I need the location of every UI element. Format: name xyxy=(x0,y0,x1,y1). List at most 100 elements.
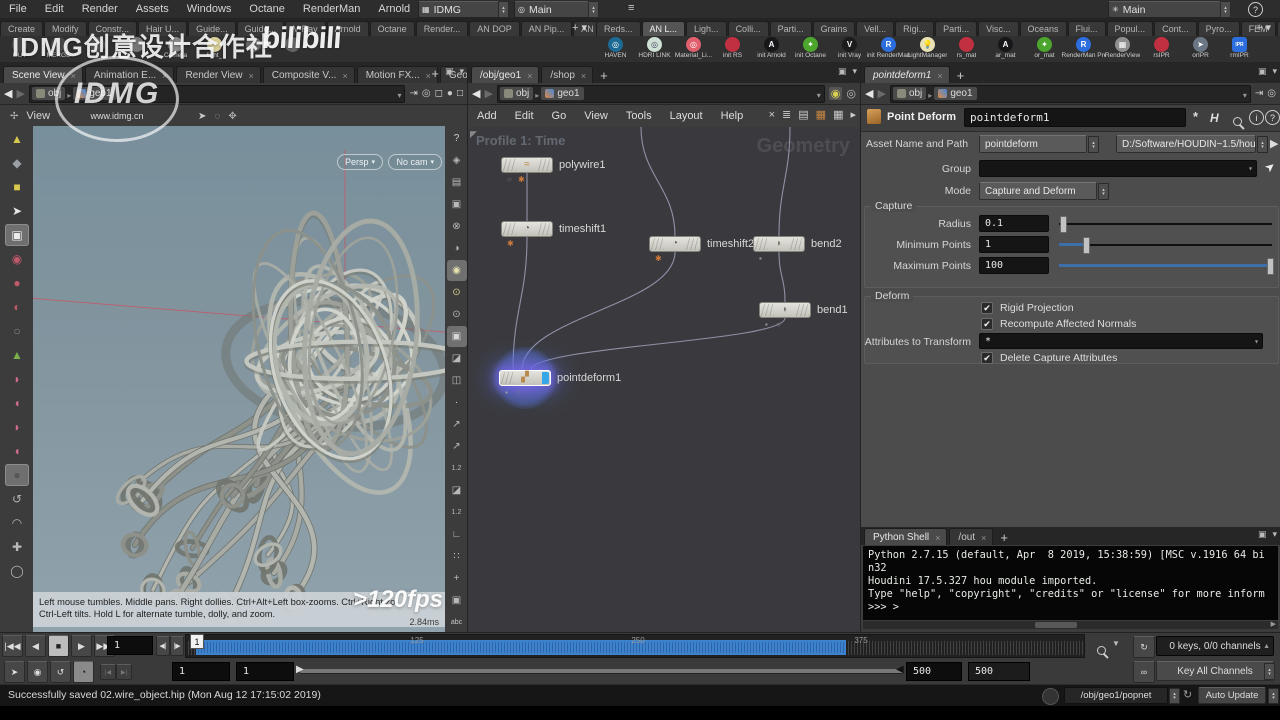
magnet-box-tool-icon[interactable]: ◗ xyxy=(5,368,29,390)
path-dropdown-icon[interactable] xyxy=(397,85,401,103)
tab-motion-fx[interactable]: Motion FX... xyxy=(357,66,438,83)
prim-hulls-icon[interactable]: ◪ xyxy=(447,480,467,501)
magnet-pair-tool-icon[interactable]: ◗ xyxy=(5,416,29,438)
ghost-objects-icon[interactable]: ◑ xyxy=(447,238,467,259)
maximize-pane-icon[interactable] xyxy=(1258,66,1267,77)
shelf-tool-oripr[interactable]: ➤orIPR xyxy=(1181,37,1220,59)
pane-menu-icon[interactable] xyxy=(1272,66,1277,77)
menu-windows[interactable]: Windows xyxy=(178,0,241,18)
play-reverse-button[interactable]: ◀ xyxy=(25,635,46,657)
view-menu-label[interactable]: View xyxy=(26,110,50,122)
search-icon[interactable] xyxy=(1233,117,1242,126)
shelf-tab-parti[interactable]: Parti... xyxy=(770,21,812,36)
menu-renderman[interactable]: RenderMan xyxy=(294,0,369,18)
help-icon[interactable]: ? xyxy=(1265,110,1280,125)
shelf-tool-init-vray[interactable]: Vinit Vray xyxy=(830,37,869,59)
current-frame-field[interactable]: 1 xyxy=(107,636,153,655)
node-name-field[interactable]: pointdeform1 xyxy=(964,108,1186,127)
new-tab-icon[interactable]: + xyxy=(995,530,1013,545)
next-range-icon[interactable]: ▶| xyxy=(116,664,132,680)
lock-camera-icon[interactable]: ▣ xyxy=(447,194,467,215)
close-tab-icon[interactable] xyxy=(249,71,254,81)
close-tab-icon[interactable] xyxy=(426,71,431,81)
network-menu-tools[interactable]: Tools xyxy=(617,110,661,122)
node-bend2[interactable]: ◗ xyxy=(753,236,805,252)
update-mode-spinner-icon[interactable] xyxy=(1268,688,1279,704)
recook-icon[interactable]: ↻ xyxy=(1183,688,1192,701)
tab-composite-v[interactable]: Composite V... xyxy=(263,66,355,83)
back-icon[interactable]: ◀ xyxy=(472,87,480,100)
pane-menu-icon[interactable] xyxy=(1272,529,1277,540)
stop-button[interactable]: ■ xyxy=(48,635,69,657)
range-right-handle[interactable]: ◀ xyxy=(896,664,904,675)
desktop-left-spinner-icon[interactable] xyxy=(498,1,509,18)
shelf-tab-colli[interactable]: Colli... xyxy=(728,21,769,36)
shelf-left-add-icon[interactable]: + ▾ xyxy=(572,21,587,34)
network-menu-go[interactable]: Go xyxy=(543,110,576,122)
key-mode-combo[interactable]: Key All Channels xyxy=(1156,661,1274,681)
menu-render[interactable]: Render xyxy=(73,0,127,18)
point-normals-icon[interactable]: ↗ xyxy=(447,414,467,435)
orbit-tool-icon[interactable]: ↺ xyxy=(5,488,29,510)
range-slider[interactable] xyxy=(300,669,903,674)
shelf-tab-oceans[interactable]: Oceans xyxy=(1020,21,1067,36)
select-mode-icon[interactable]: ➤ xyxy=(198,111,206,122)
node-timeshift1[interactable]: ◔ xyxy=(501,221,553,237)
grid-points-icon[interactable]: ∷ xyxy=(447,546,467,567)
info-icon[interactable]: i xyxy=(1249,110,1264,125)
menu-file[interactable]: File xyxy=(0,0,36,18)
range-left-handle[interactable]: ▶ xyxy=(296,664,304,675)
help-icon[interactable]: ? xyxy=(1248,2,1263,17)
display-options-icon[interactable]: □ xyxy=(457,88,463,99)
tab-python-shell[interactable]: Python Shell xyxy=(864,528,947,545)
points-display-icon[interactable]: · xyxy=(447,392,467,413)
delete-capture-checkbox[interactable]: Delete Capture Attributes xyxy=(981,352,1117,364)
shelf-tab-pyro[interactable]: Pyro... xyxy=(1198,21,1240,36)
shelf-tab-flui[interactable]: Flui... xyxy=(1068,21,1106,36)
new-tab-icon[interactable]: + xyxy=(952,68,970,83)
close-tab-icon[interactable] xyxy=(342,71,347,81)
prev-range-icon[interactable]: |◀ xyxy=(100,664,116,680)
lock-handle-icon[interactable]: ▣ xyxy=(5,224,29,246)
shelf-right-add-icon[interactable]: + ▾ xyxy=(1256,21,1271,34)
memory-icon[interactable] xyxy=(1042,688,1059,705)
shelf-tool-material-li[interactable]: ◎Material_Li... xyxy=(674,37,713,59)
export-range-icon[interactable]: ➤ xyxy=(4,661,25,683)
parameters-path-field[interactable]: obj geo1 xyxy=(890,85,1251,103)
corner-axis-icon[interactable]: ∟ xyxy=(447,524,467,545)
character-icon[interactable]: ● xyxy=(447,88,453,99)
shelf-tool-ar-mat[interactable]: Aar_mat xyxy=(986,37,1025,59)
search-keys-icon[interactable] xyxy=(1097,646,1106,655)
new-tab-icon[interactable]: + xyxy=(431,66,439,81)
shelf-tool-or-mat[interactable]: ✦or_mat xyxy=(1025,37,1064,59)
shelf-tab-octane[interactable]: Octane xyxy=(370,21,415,36)
menu-edit[interactable]: Edit xyxy=(36,0,73,18)
context-combo[interactable]: /obj/geo1/popnet xyxy=(1064,687,1168,704)
range-start-field[interactable]: 1 xyxy=(236,662,294,681)
sphere-tool-icon[interactable]: ◆ xyxy=(5,152,29,174)
select-arrow-icon[interactable]: ➤ xyxy=(1262,158,1279,175)
target-icon[interactable]: ◎ xyxy=(846,87,856,100)
houdini-badge-icon[interactable]: H xyxy=(1210,111,1219,125)
normal-lights-icon[interactable]: ⊙ xyxy=(447,282,467,303)
point-numbers-icon[interactable]: 1.2 xyxy=(447,458,467,479)
shelf-tool-init-rs[interactable]: init RS xyxy=(713,37,752,59)
gear-icon[interactable]: * xyxy=(1193,109,1198,124)
realtime-toggle-icon[interactable]: ◔ xyxy=(73,661,94,683)
paint-tool-icon[interactable]: ▲ xyxy=(5,344,29,366)
wrench-icon[interactable]: × xyxy=(769,109,775,121)
shelf-tab-render[interactable]: Render... xyxy=(416,21,469,36)
close-tab-icon[interactable] xyxy=(527,71,532,81)
shelf-tab-vell[interactable]: Vell... xyxy=(856,21,894,36)
mode-combo[interactable]: Capture and Deform xyxy=(979,182,1097,200)
shelf-tab-an-dop[interactable]: AN DOP xyxy=(469,21,520,36)
path-dropdown-icon[interactable] xyxy=(1243,85,1247,103)
persp-selector[interactable]: Persp xyxy=(337,154,383,170)
rigid-projection-checkbox[interactable]: Rigid Projection xyxy=(981,302,1074,314)
shelf-tool-lightmanager[interactable]: 💡LightManager xyxy=(908,37,947,59)
network-path-field[interactable]: obj geo1 xyxy=(497,85,825,103)
audio-toggle-icon[interactable]: ◉ xyxy=(27,661,48,683)
dome-tool-icon[interactable]: ◠ xyxy=(5,512,29,534)
network-canvas[interactable]: Profile 1: Time Geometry ≈polywire1○✱◔ti… xyxy=(468,127,860,632)
shelf-tool-hdri-link[interactable]: ◎HDRI LINK xyxy=(635,37,674,59)
